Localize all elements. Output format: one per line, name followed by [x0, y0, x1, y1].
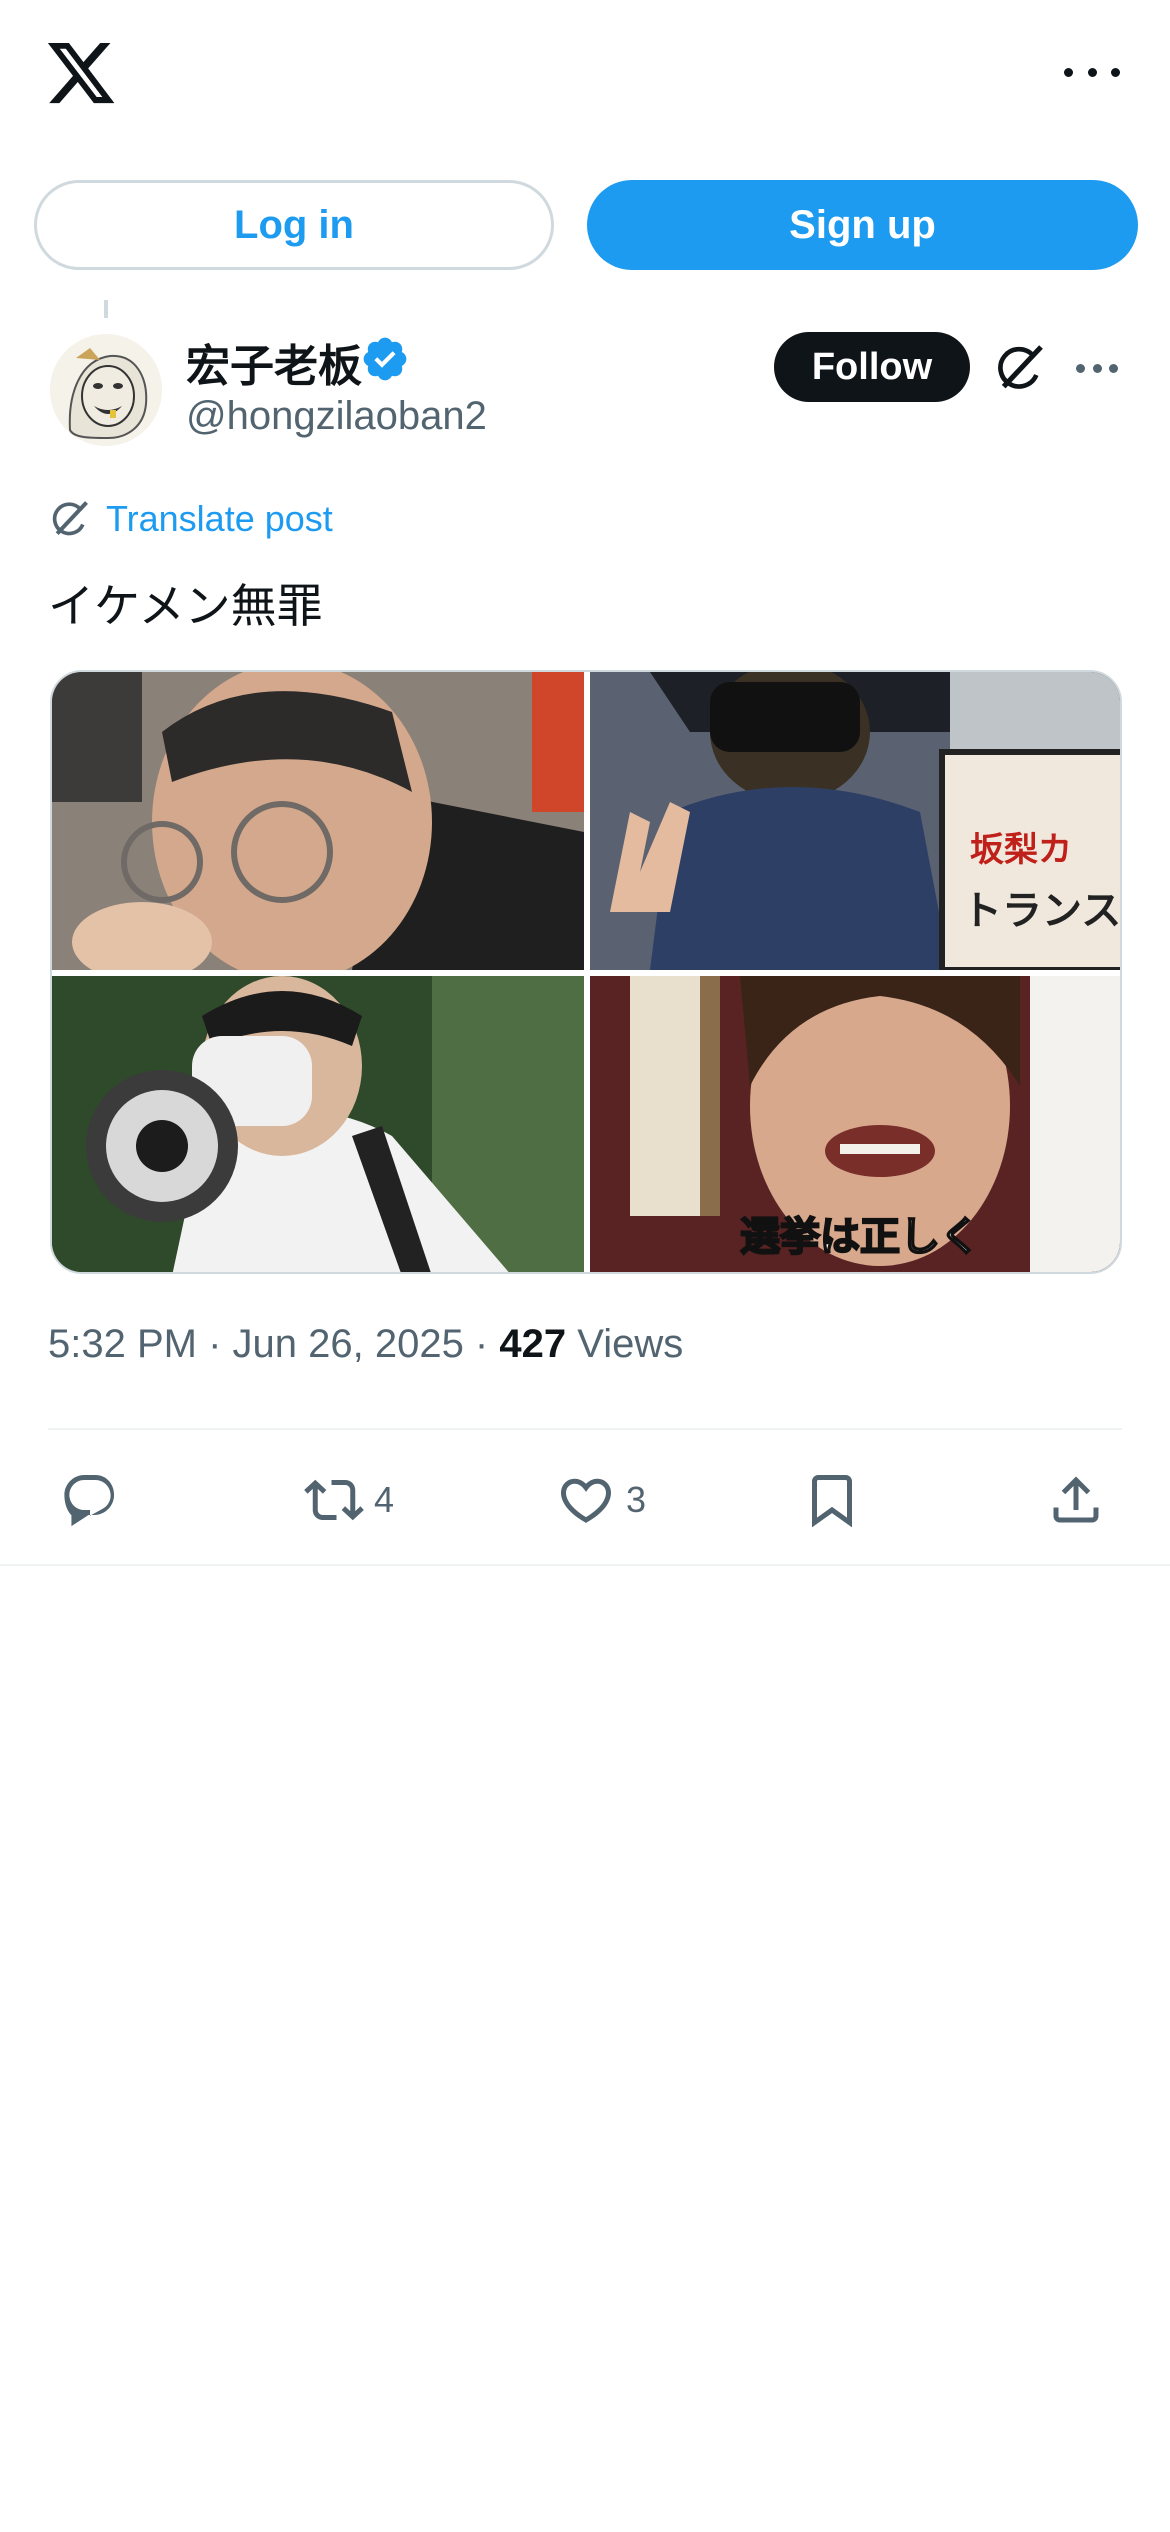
- thread-line: [104, 300, 108, 318]
- login-button[interactable]: Log in: [34, 180, 554, 270]
- views-count: 427: [499, 1322, 567, 1366]
- post-actions: 4 3: [0, 1460, 1170, 1540]
- post-text: イケメン無罪: [48, 579, 323, 633]
- grok-translate-icon: [52, 501, 88, 536]
- translate-post-link[interactable]: Translate post: [48, 494, 333, 544]
- sign-text-line1: 坂梨カ: [970, 830, 1072, 870]
- retweet-icon: [304, 1479, 364, 1521]
- auth-buttons: Log in Sign up: [34, 180, 1138, 270]
- retweet-button[interactable]: 4: [304, 1460, 394, 1540]
- post-header: 宏子老板 @hongzilaoban2 Follow: [0, 300, 1170, 450]
- post-timestamp: 5:32 PM · Jun 26, 2025 · 427 Views: [48, 1322, 683, 1367]
- views-label: Views: [566, 1322, 684, 1366]
- media-image-3[interactable]: [52, 976, 584, 1272]
- post-time[interactable]: 5:32 PM · Jun 26, 2025 ·: [48, 1322, 499, 1366]
- media-image-4[interactable]: 選挙は正しく: [590, 976, 1120, 1272]
- follow-button[interactable]: Follow: [774, 332, 970, 402]
- media-grid: 坂梨カ トランス差 選挙は正しく: [50, 670, 1122, 1274]
- share-button[interactable]: [1046, 1460, 1106, 1540]
- like-button[interactable]: 3: [556, 1460, 646, 1540]
- divider: [48, 1428, 1122, 1430]
- author-handle[interactable]: @hongzilaoban2: [186, 394, 487, 439]
- retweet-count: 4: [374, 1479, 395, 1520]
- sign-text-line2: トランス差: [962, 888, 1122, 934]
- top-bar: [0, 0, 1170, 150]
- verified-badge-icon: [360, 334, 410, 384]
- heart-icon: [560, 1478, 612, 1523]
- share-icon: [1053, 1476, 1099, 1523]
- bookmark-icon: [812, 1475, 852, 1528]
- bookmark-button[interactable]: [802, 1460, 862, 1540]
- media-caption: 選挙は正しく: [739, 1213, 981, 1261]
- media-image-1[interactable]: [52, 672, 584, 970]
- grok-icon[interactable]: [992, 340, 1048, 396]
- translate-post-label: Translate post: [106, 498, 333, 539]
- signup-button[interactable]: Sign up: [587, 180, 1138, 270]
- x-logo-icon[interactable]: [44, 36, 118, 110]
- reply-button[interactable]: [60, 1460, 120, 1540]
- author-display-name[interactable]: 宏子老板: [186, 330, 362, 394]
- more-options-icon[interactable]: [1064, 52, 1120, 92]
- reply-icon: [64, 1475, 115, 1527]
- post-more-icon[interactable]: [1076, 364, 1118, 374]
- like-count: 3: [626, 1479, 647, 1520]
- media-image-2[interactable]: 坂梨カ トランス差: [590, 672, 1122, 970]
- avatar[interactable]: [50, 334, 162, 446]
- divider: [0, 1564, 1170, 1566]
